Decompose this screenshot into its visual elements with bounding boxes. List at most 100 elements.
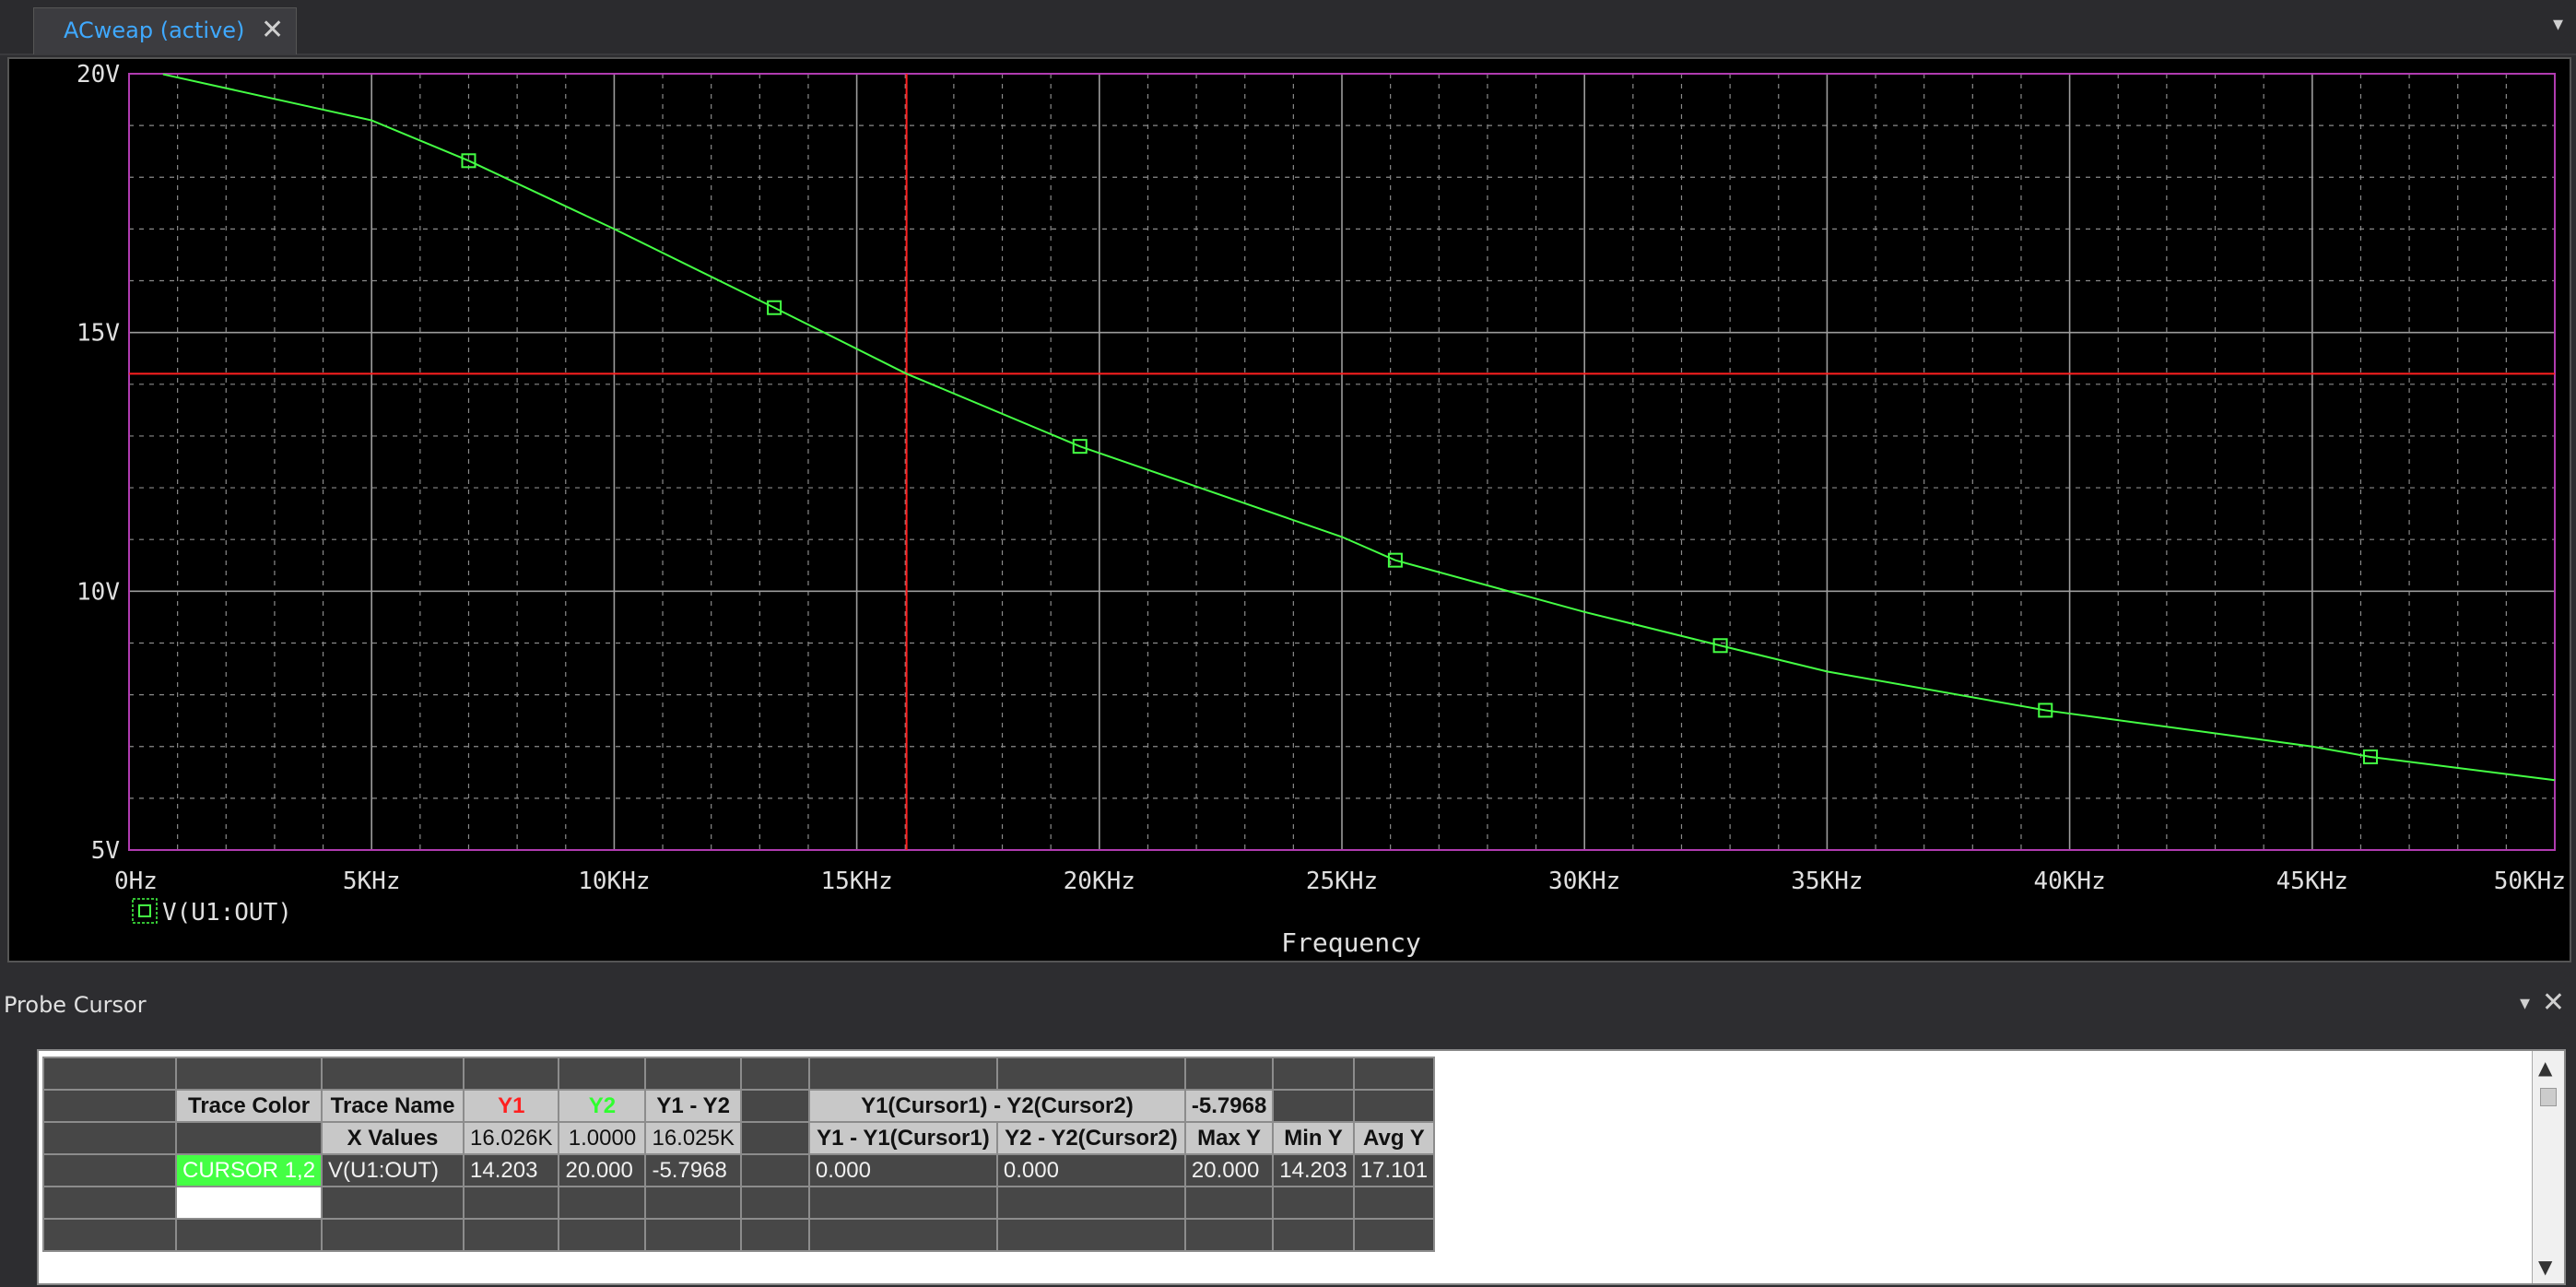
trace-color-empty-cell[interactable] xyxy=(174,1186,323,1220)
scroll-thumb[interactable] xyxy=(2540,1088,2557,1106)
trace-name-cell[interactable]: V(U1:OUT) xyxy=(321,1153,465,1187)
empty-cell[interactable] xyxy=(995,1218,1186,1252)
cursor-difference-value[interactable]: -5.7968 xyxy=(1183,1089,1275,1123)
empty-cell[interactable] xyxy=(1272,1089,1355,1123)
empty-cell[interactable] xyxy=(1272,1218,1355,1252)
y-tick-labels: 20V 15V 10V 5V xyxy=(76,61,120,865)
scroll-down-icon[interactable]: ▼ xyxy=(2538,1256,2552,1278)
legend-square-icon xyxy=(138,904,151,917)
header-y1[interactable]: Y1 xyxy=(463,1089,560,1123)
empty-cell[interactable] xyxy=(1272,1057,1355,1091)
empty-cell[interactable] xyxy=(174,1057,323,1091)
x-tick-label: 40KHz xyxy=(2033,868,2105,895)
trace-v-u1-out[interactable] xyxy=(162,73,2556,782)
empty-cell[interactable] xyxy=(558,1218,647,1252)
avg-y-value[interactable]: 17.101 xyxy=(1352,1153,1436,1187)
header-min-y[interactable]: Min Y xyxy=(1272,1121,1355,1155)
row-header[interactable] xyxy=(42,1057,177,1091)
empty-cell[interactable] xyxy=(1183,1218,1275,1252)
x-value-y1[interactable]: 16.026K xyxy=(463,1121,560,1155)
x-tick-label: 50KHz xyxy=(2494,868,2566,895)
empty-cell[interactable] xyxy=(739,1218,810,1252)
empty-cell[interactable] xyxy=(807,1218,998,1252)
x-value-y2[interactable]: 1.0000 xyxy=(558,1121,647,1155)
min-y-value[interactable]: 14.203 xyxy=(1272,1153,1355,1187)
empty-cell[interactable] xyxy=(174,1121,323,1155)
empty-cell[interactable] xyxy=(644,1057,742,1091)
empty-cell[interactable] xyxy=(995,1186,1186,1220)
empty-cell[interactable] xyxy=(995,1057,1186,1091)
empty-cell[interactable] xyxy=(463,1218,560,1252)
trace-color-cell[interactable]: CURSOR 1,2 xyxy=(174,1153,323,1187)
y1-value[interactable]: 14.203 xyxy=(463,1153,560,1187)
header-y2-minus-cursor2[interactable]: Y2 - Y2(Cursor2) xyxy=(995,1121,1186,1155)
row-header[interactable] xyxy=(42,1121,177,1155)
empty-cell[interactable] xyxy=(1352,1186,1436,1220)
scroll-up-icon[interactable]: ▲ xyxy=(2538,1057,2552,1079)
empty-cell[interactable] xyxy=(558,1057,647,1091)
row-header[interactable] xyxy=(42,1089,177,1123)
probe-cursor-title: Probe Cursor xyxy=(4,992,147,1018)
empty-cell[interactable] xyxy=(739,1121,810,1155)
row-header[interactable] xyxy=(42,1153,177,1187)
header-trace-name[interactable]: Trace Name xyxy=(321,1089,465,1123)
y2-value[interactable]: 20.000 xyxy=(558,1153,647,1187)
tab-list-dropdown-icon[interactable]: ▾ xyxy=(2553,13,2563,36)
empty-cell[interactable] xyxy=(463,1186,560,1220)
row-header[interactable] xyxy=(42,1186,177,1220)
tab-close-icon[interactable]: ✕ xyxy=(261,14,284,46)
plot-window[interactable]: 20V 15V 10V 5V 0Hz 5KHz 10KHz 15KHz 20KHz 25KHz 3… xyxy=(7,57,2571,962)
header-avg-y[interactable]: Avg Y xyxy=(1352,1121,1436,1155)
header-y1-y2[interactable]: Y1 - Y2 xyxy=(644,1089,742,1123)
header-max-y[interactable]: Max Y xyxy=(1183,1121,1275,1155)
empty-cell[interactable] xyxy=(321,1186,465,1220)
empty-cell[interactable] xyxy=(558,1186,647,1220)
x-tick-labels: 0Hz 5KHz 10KHz 15KHz 20KHz 25KHz 30KHz 35KHz 40K… xyxy=(114,868,2566,895)
empty-cell[interactable] xyxy=(807,1186,998,1220)
major-grid xyxy=(129,74,2555,850)
empty-cell[interactable] xyxy=(321,1057,465,1091)
empty-cell[interactable] xyxy=(463,1057,560,1091)
cursor-table: Trace Color Trace Name Y1 Y2 Y1 - Y2 Y1(… xyxy=(42,1057,1436,1252)
y1-minus-cursor1-value[interactable]: 0.000 xyxy=(807,1153,998,1187)
empty-cell[interactable] xyxy=(1352,1057,1436,1091)
header-trace-color[interactable]: Trace Color xyxy=(174,1089,323,1123)
vertical-scrollbar[interactable]: ▲ ▼ xyxy=(2532,1051,2564,1283)
header-y1-minus-cursor1[interactable]: Y1 - Y1(Cursor1) xyxy=(807,1121,998,1155)
legend-series-name[interactable]: V(U1:OUT) xyxy=(162,899,292,927)
x-value-diff[interactable]: 16.025K xyxy=(644,1121,742,1155)
empty-cell[interactable] xyxy=(1352,1089,1436,1123)
empty-cell[interactable] xyxy=(1183,1057,1275,1091)
empty-cell[interactable] xyxy=(321,1218,465,1252)
y2-minus-cursor2-value[interactable]: 0.000 xyxy=(995,1153,1186,1187)
empty-cell[interactable] xyxy=(1352,1218,1436,1252)
header-x-values[interactable]: X Values xyxy=(321,1121,465,1155)
panel-options-icon[interactable]: ▾ xyxy=(2520,992,2530,1015)
empty-cell[interactable] xyxy=(174,1218,323,1252)
empty-cell[interactable] xyxy=(739,1186,810,1220)
empty-cell[interactable] xyxy=(1183,1186,1275,1220)
x-tick-label: 0Hz xyxy=(114,868,158,895)
x-tick-label: 45KHz xyxy=(2276,868,2348,895)
empty-cell[interactable] xyxy=(644,1218,742,1252)
tab-label[interactable]: ACweap (active) xyxy=(64,18,244,43)
y1-y2-value[interactable]: -5.7968 xyxy=(644,1153,742,1187)
row-header[interactable] xyxy=(42,1218,177,1252)
empty-cell[interactable] xyxy=(1272,1186,1355,1220)
empty-cell[interactable] xyxy=(739,1089,810,1123)
tab-acweap[interactable]: ACweap (active) ✕ xyxy=(33,7,297,54)
empty-cell[interactable] xyxy=(739,1057,810,1091)
x-axis-label: Frequency xyxy=(1281,927,1421,958)
header-cursor-difference[interactable]: Y1(Cursor1) - Y2(Cursor2) xyxy=(807,1089,1186,1123)
header-y2[interactable]: Y2 xyxy=(558,1089,647,1123)
waveform-plot[interactable]: 20V 15V 10V 5V 0Hz 5KHz 10KHz 15KHz 20KHz 25KHz 3… xyxy=(9,59,2570,961)
legend-marker-icon xyxy=(132,898,158,924)
empty-cell[interactable] xyxy=(807,1057,998,1091)
empty-cell[interactable] xyxy=(739,1153,810,1187)
x-tick-label: 20KHz xyxy=(1064,868,1135,895)
panel-close-icon[interactable]: ✕ xyxy=(2542,986,2565,1019)
y-tick-label: 20V xyxy=(76,61,120,89)
max-y-value[interactable]: 20.000 xyxy=(1183,1153,1275,1187)
empty-cell[interactable] xyxy=(644,1186,742,1220)
legend[interactable]: V(U1:OUT) xyxy=(132,898,292,927)
